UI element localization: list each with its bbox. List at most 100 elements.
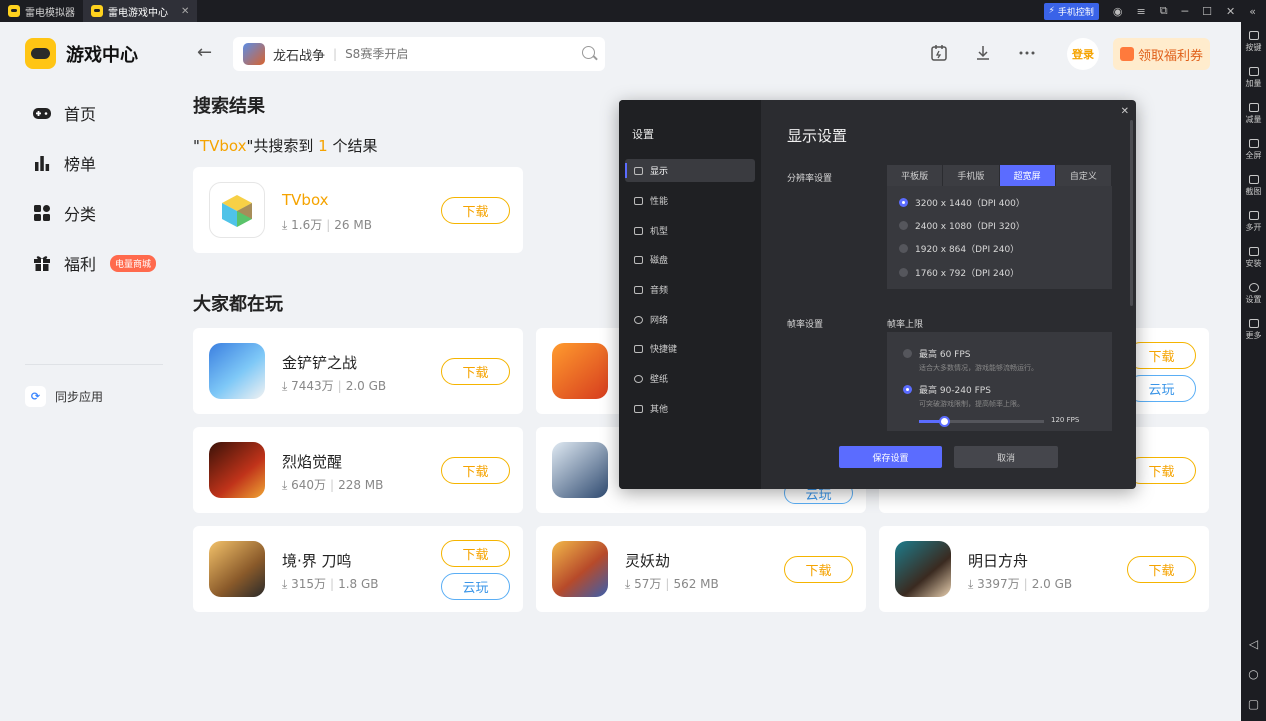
menu-icon[interactable]: ≡ xyxy=(1136,5,1145,18)
shop-badge[interactable]: 电量商城 xyxy=(110,254,157,272)
game-meta: ⤓ 57万 | 562 MB xyxy=(625,577,719,591)
claim-voucher-button[interactable]: 领取福利券 xyxy=(1113,38,1210,70)
close-icon[interactable]: ✕ xyxy=(1226,5,1235,18)
settings-menu-shortcuts[interactable]: 快捷键 xyxy=(625,337,755,360)
download-button[interactable]: 下载 xyxy=(1127,457,1196,484)
cancel-button[interactable]: 取消 xyxy=(954,446,1058,468)
download-button[interactable]: 下载 xyxy=(1127,342,1196,369)
toolbar-install[interactable]: 安装 xyxy=(1246,242,1262,274)
more-icon[interactable] xyxy=(1018,44,1036,66)
toolbar-settings[interactable]: 设置 xyxy=(1246,278,1262,310)
emulator-logo-icon xyxy=(8,5,20,17)
sync-apps-button[interactable]: ⟳ 同步应用 xyxy=(25,386,103,407)
volume-down-icon xyxy=(1248,103,1259,112)
radio-icon xyxy=(903,349,912,358)
fps-slider-handle[interactable] xyxy=(939,416,950,427)
palette-icon xyxy=(634,374,643,383)
game-card[interactable]: 灵妖劫 ⤓ 57万 | 562 MB 下载 xyxy=(536,526,866,612)
download-button[interactable]: 下载 xyxy=(441,197,510,224)
search-results-summary: "TVbox"共搜索到 1 个结果 xyxy=(193,137,378,155)
settings-menu-other[interactable]: 其他 xyxy=(625,397,755,420)
sidebar-item-category[interactable]: 分类 xyxy=(32,201,96,225)
back-arrow-icon[interactable]: ← xyxy=(197,42,212,63)
fps-option[interactable]: 最高 90-240 FPS xyxy=(903,383,991,396)
settings-menu-performance[interactable]: 性能 xyxy=(625,189,755,212)
tab-ultrawide[interactable]: 超宽屏 xyxy=(999,165,1056,186)
fps-option-desc: 可突破游戏限制，提高帧率上限。 xyxy=(919,400,1024,408)
settings-menu-network[interactable]: 网络 xyxy=(625,308,755,331)
game-card[interactable]: 烈焰觉醒 ⤓ 640万 | 228 MB 下载 xyxy=(193,427,523,513)
resolution-option[interactable]: 2400 x 1080（DPI 320） xyxy=(899,219,1025,232)
calendar-icon[interactable] xyxy=(930,44,948,66)
fps-option[interactable]: 最高 60 FPS xyxy=(903,347,971,360)
recents-square-icon[interactable]: ▢ xyxy=(1248,697,1259,711)
sidebar-item-home[interactable]: 首页 xyxy=(32,101,96,125)
login-button[interactable]: 登录 xyxy=(1067,38,1099,70)
toolbar-more[interactable]: 更多 xyxy=(1246,314,1262,346)
resolution-label: 分辨率设置 xyxy=(787,174,833,184)
dialog-close-icon[interactable]: ✕ xyxy=(1121,106,1129,117)
settings-menu-display[interactable]: 显示 xyxy=(625,159,755,182)
phone-icon: ⚡ xyxy=(1048,6,1055,16)
search-icon[interactable] xyxy=(582,46,595,59)
download-button[interactable]: 下载 xyxy=(441,540,510,567)
collapse-sidebar-icon[interactable]: « xyxy=(1249,5,1256,18)
download-button[interactable]: 下载 xyxy=(1127,556,1196,583)
cloud-play-button[interactable]: 云玩 xyxy=(1127,375,1196,402)
header-icons xyxy=(930,44,1036,66)
restore-icon[interactable]: ⧉ xyxy=(1160,4,1168,18)
tab-game-center[interactable]: 雷电游戏中心 ✕ xyxy=(83,0,198,22)
toolbar-fullscreen[interactable]: 全屏 xyxy=(1246,134,1262,166)
game-card[interactable]: 明日方舟 ⤓ 3397万 | 2.0 GB 下载 xyxy=(879,526,1209,612)
resolution-option[interactable]: 1920 x 864（DPI 240） xyxy=(899,242,1019,255)
search-input[interactable] xyxy=(345,47,546,61)
home-circle-icon[interactable]: ○ xyxy=(1248,667,1258,681)
download-icon[interactable] xyxy=(974,44,992,66)
sidebar-item-welfare[interactable]: 福利 电量商城 xyxy=(32,251,157,275)
toolbar-multi-instance[interactable]: 多开 xyxy=(1246,206,1262,238)
radio-icon xyxy=(899,221,908,230)
settings-menu-audio[interactable]: 音频 xyxy=(625,278,755,301)
result-meta: ⤓ 1.6万 | 26 MB xyxy=(282,218,372,232)
cloud-play-button[interactable]: 云玩 xyxy=(441,573,510,600)
tab-close-icon[interactable]: ✕ xyxy=(181,6,189,17)
toolbar-volume-down[interactable]: 减量 xyxy=(1246,98,1262,130)
game-card[interactable]: 境·界 刀鸣 ⤓ 315万 | 1.8 GB 下载 云玩 xyxy=(193,526,523,612)
settings-menu-model[interactable]: 机型 xyxy=(625,219,755,242)
minimize-icon[interactable]: ─ xyxy=(1182,5,1189,18)
tab-tablet[interactable]: 平板版 xyxy=(887,165,944,186)
fps-slider[interactable] xyxy=(919,416,1044,427)
game-card[interactable]: 金铲铲之战 ⤓ 7443万 | 2.0 GB 下载 xyxy=(193,328,523,414)
tab-emulator[interactable]: 雷电模拟器 xyxy=(0,0,83,22)
search-result-card[interactable]: TVbox ⤓ 1.6万 | 26 MB 下载 xyxy=(193,167,523,253)
toolbar-keymap[interactable]: 按键 xyxy=(1246,26,1262,58)
sidebar-item-ranking[interactable]: 榜单 xyxy=(32,151,96,175)
resolution-option[interactable]: 3200 x 1440（DPI 400） xyxy=(899,196,1025,209)
settings-scrollbar[interactable] xyxy=(1130,120,1133,306)
back-triangle-icon[interactable]: ◁ xyxy=(1249,637,1258,651)
globe-icon xyxy=(634,315,643,324)
settings-menu-wallpaper[interactable]: 壁纸 xyxy=(625,367,755,390)
toolbar-screenshot[interactable]: 截图 xyxy=(1246,170,1262,202)
other-grid-icon xyxy=(634,404,643,413)
fps-limit-label: 帧率上限 xyxy=(887,320,924,330)
window-controls: ⚡ 手机控制 ◉ ≡ ⧉ ─ ☐ ✕ « xyxy=(1043,0,1266,22)
popular-title: 大家都在玩 xyxy=(193,294,283,315)
download-button[interactable]: 下载 xyxy=(784,556,853,583)
tab-custom[interactable]: 自定义 xyxy=(1055,165,1112,186)
toolbar-volume-up[interactable]: 加量 xyxy=(1246,62,1262,94)
bar-chart-icon xyxy=(32,153,52,173)
radio-selected-icon xyxy=(903,385,912,394)
save-settings-button[interactable]: 保存设置 xyxy=(839,446,942,468)
tab-phone[interactable]: 手机版 xyxy=(943,165,1000,186)
search-bar[interactable]: 龙石战争 | xyxy=(233,37,605,71)
resolution-option[interactable]: 1760 x 792（DPI 240） xyxy=(899,266,1019,279)
settings-menu-disk[interactable]: 磁盘 xyxy=(625,248,755,271)
keyboard-icon xyxy=(634,344,643,353)
game-icon-lingyaojie xyxy=(552,541,608,597)
user-icon[interactable]: ◉ xyxy=(1113,5,1123,18)
download-button[interactable]: 下载 xyxy=(441,358,510,385)
download-button[interactable]: 下载 xyxy=(441,457,510,484)
maximize-icon[interactable]: ☐ xyxy=(1202,5,1212,18)
phone-control-button[interactable]: ⚡ 手机控制 xyxy=(1043,2,1099,20)
